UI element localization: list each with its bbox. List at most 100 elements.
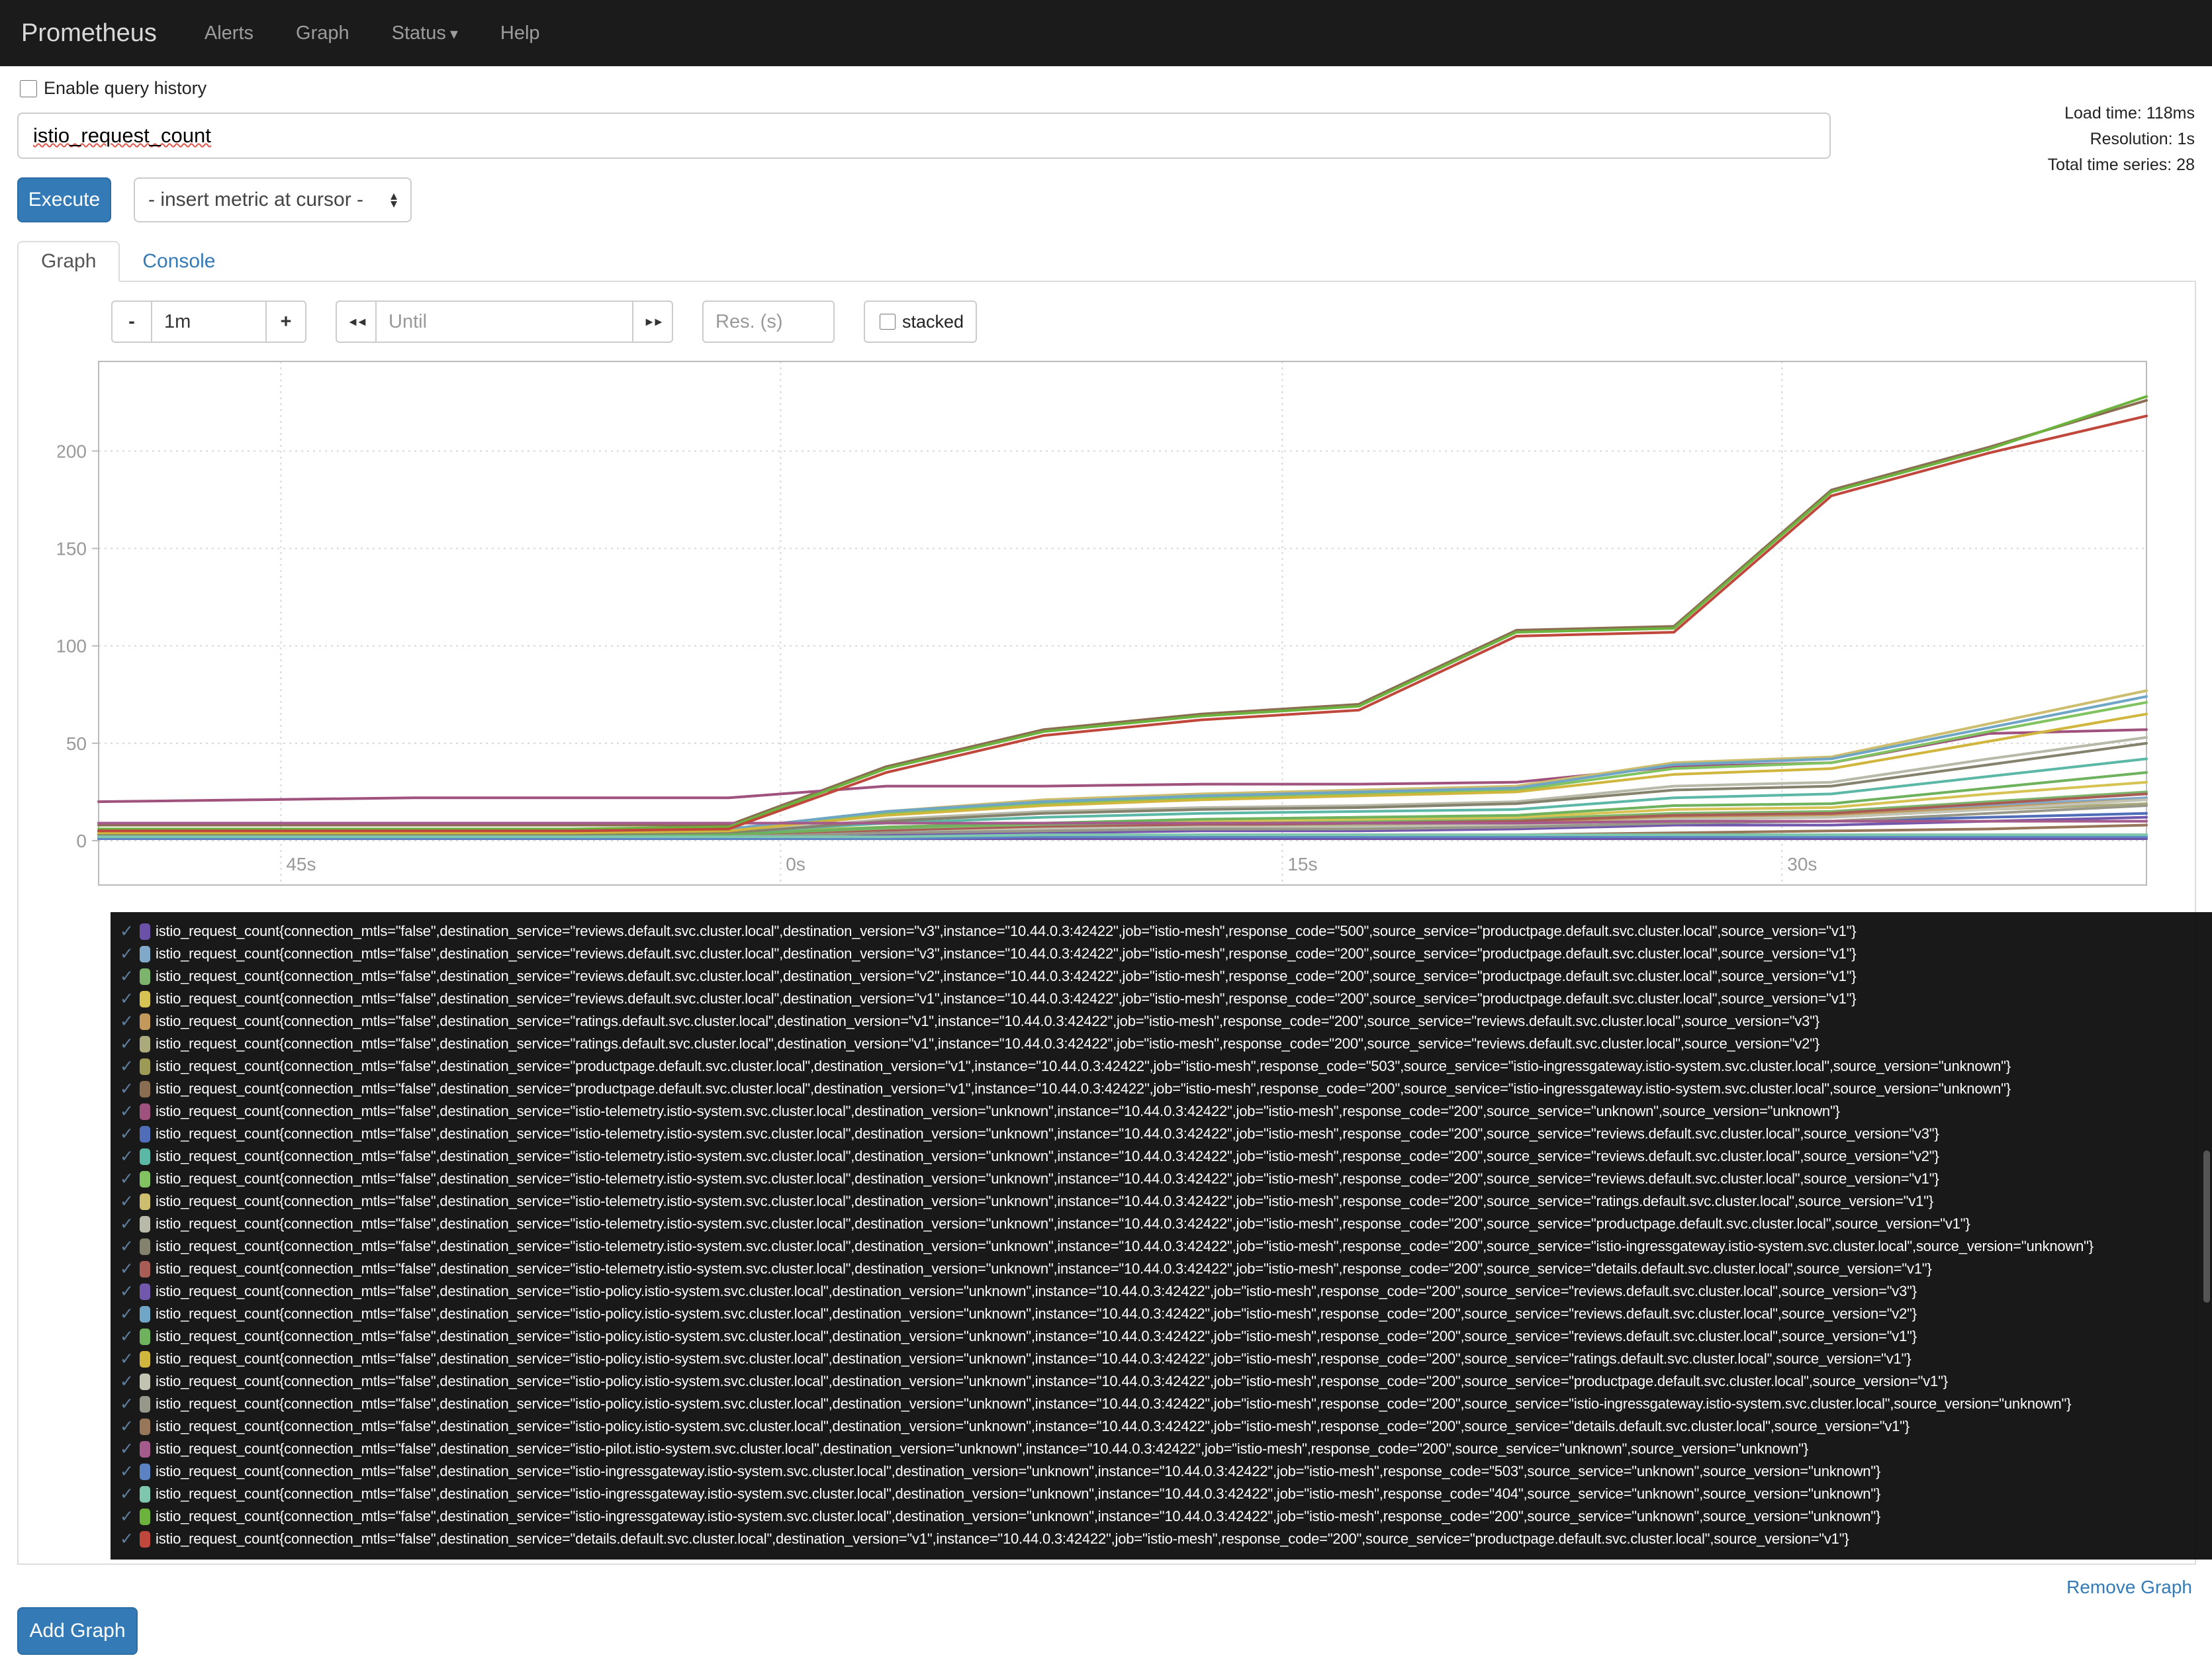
series-visible-check-icon: ✓ [120, 1530, 134, 1548]
select-arrows-icon: ▴ ▾ [390, 188, 397, 211]
legend-row[interactable]: ✓ istio_request_count{connection_mtls="fa… [120, 1258, 2212, 1280]
time-series-chart[interactable]: 0 50 100 150 200 45s 0s 15s 30s [56, 357, 2149, 890]
until-input[interactable]: Until [375, 301, 633, 343]
legend-row[interactable]: ✓ istio_request_count{connection_mtls="fa… [120, 1033, 2212, 1055]
execute-button[interactable]: Execute [17, 177, 111, 222]
series-color-swatch [140, 1215, 150, 1233]
nav-item-alerts[interactable]: Alerts [183, 23, 275, 44]
legend-row[interactable]: ✓ istio_request_count{connection_mtls="fa… [120, 965, 2212, 988]
nav-item-graph[interactable]: Graph [275, 23, 371, 44]
series-visible-check-icon: ✓ [120, 1125, 134, 1143]
range-input[interactable]: 1m [151, 301, 267, 343]
series-label: istio_request_count{connection_mtls="fal… [156, 1103, 1840, 1119]
svg-text:45s: 45s [286, 854, 316, 874]
legend-row[interactable]: ✓ istio_request_count{connection_mtls="fa… [120, 1213, 2212, 1235]
series-color-swatch [140, 1283, 150, 1300]
rewind-icon[interactable]: ◄◄ [336, 301, 377, 343]
legend-row[interactable]: ✓ istio_request_count{connection_mtls="fa… [120, 1370, 2212, 1393]
legend-scrollbar[interactable] [2203, 1150, 2210, 1303]
range-increase-button[interactable]: + [265, 301, 306, 343]
nav-item-status[interactable]: Status ▾ [371, 23, 479, 44]
legend: ✓ istio_request_count{connection_mtls="fa… [111, 912, 2212, 1560]
legend-row[interactable]: ✓ istio_request_count{connection_mtls="fa… [120, 943, 2212, 965]
legend-row[interactable]: ✓ istio_request_count{connection_mtls="fa… [120, 1415, 2212, 1438]
series-visible-check-icon: ✓ [120, 922, 134, 941]
series-visible-check-icon: ✓ [120, 1417, 134, 1436]
series-visible-check-icon: ✓ [120, 945, 134, 963]
legend-row[interactable]: ✓ istio_request_count{connection_mtls="fa… [120, 1483, 2212, 1505]
series-label: istio_request_count{connection_mtls="fal… [156, 1530, 1849, 1547]
series-label: istio_request_count{connection_mtls="fal… [156, 1148, 1939, 1164]
series-visible-check-icon: ✓ [120, 1507, 134, 1526]
legend-row[interactable]: ✓ istio_request_count{connection_mtls="fa… [120, 1190, 2212, 1213]
legend-row[interactable]: ✓ istio_request_count{connection_mtls="fa… [120, 1505, 2212, 1528]
series-visible-check-icon: ✓ [120, 1012, 134, 1031]
query-history-checkbox[interactable] [20, 79, 37, 97]
insert-metric-select[interactable]: - insert metric at cursor - ▴ ▾ [134, 177, 412, 222]
series-visible-check-icon: ✓ [120, 1057, 134, 1076]
legend-row[interactable]: ✓ istio_request_count{connection_mtls="fa… [120, 1078, 2212, 1100]
query-stats: Load time: 118ms Resolution: 1s Total ti… [2048, 101, 2195, 177]
brand-prometheus[interactable]: Prometheus [21, 19, 157, 48]
series-label: istio_request_count{connection_mtls="fal… [156, 1080, 2011, 1097]
series-color-swatch [140, 945, 150, 962]
query-history-label: Enable query history [44, 78, 207, 98]
series-label: istio_request_count{connection_mtls="fal… [156, 1283, 1917, 1299]
legend-row[interactable]: ✓ istio_request_count{connection_mtls="fa… [120, 920, 2212, 943]
tab-bar: Graph Console [17, 241, 2196, 282]
legend-row[interactable]: ✓ istio_request_count{connection_mtls="fa… [120, 1393, 2212, 1415]
legend-row[interactable]: ✓ istio_request_count{connection_mtls="fa… [120, 1123, 2212, 1145]
top-navbar: Prometheus Alerts Graph Status ▾ Help [0, 0, 2212, 66]
series-label: istio_request_count{connection_mtls="fal… [156, 1170, 1939, 1187]
series-label: istio_request_count{connection_mtls="fal… [156, 1058, 2011, 1074]
legend-row[interactable]: ✓ istio_request_count{connection_mtls="fa… [120, 1235, 2212, 1258]
range-decrease-button[interactable]: - [111, 301, 152, 343]
series-visible-check-icon: ✓ [120, 1440, 134, 1458]
remove-graph-link[interactable]: Remove Graph [2066, 1577, 2192, 1598]
tab-graph[interactable]: Graph [17, 241, 120, 282]
series-color-swatch [140, 1170, 150, 1188]
series-color-swatch [140, 1148, 150, 1165]
series-color-swatch [140, 923, 150, 940]
expression-input[interactable]: istio_request_count [17, 113, 1831, 159]
legend-row[interactable]: ✓ istio_request_count{connection_mtls="fa… [120, 988, 2212, 1010]
legend-row[interactable]: ✓ istio_request_count{connection_mtls="fa… [120, 1348, 2212, 1370]
add-graph-button[interactable]: Add Graph [17, 1607, 138, 1655]
series-label: istio_request_count{connection_mtls="fal… [156, 1350, 1912, 1367]
tab-console[interactable]: Console [120, 242, 238, 281]
series-visible-check-icon: ✓ [120, 1080, 134, 1098]
legend-row[interactable]: ✓ istio_request_count{connection_mtls="fa… [120, 1460, 2212, 1483]
legend-row[interactable]: ✓ istio_request_count{connection_mtls="fa… [120, 1325, 2212, 1348]
fast-forward-icon[interactable]: ►► [632, 301, 673, 343]
query-history-toggle[interactable]: Enable query history [20, 78, 207, 99]
series-visible-check-icon: ✓ [120, 1215, 134, 1233]
insert-metric-label: - insert metric at cursor - [148, 189, 364, 210]
resolution-input[interactable]: Res. (s) [702, 301, 835, 343]
legend-row[interactable]: ✓ istio_request_count{connection_mtls="fa… [120, 1303, 2212, 1325]
legend-row[interactable]: ✓ istio_request_count{connection_mtls="fa… [120, 1145, 2212, 1168]
series-label: istio_request_count{connection_mtls="fal… [156, 923, 1857, 939]
stacked-checkbox[interactable] [880, 314, 896, 330]
series-color-swatch [140, 968, 150, 985]
legend-row[interactable]: ✓ istio_request_count{connection_mtls="fa… [120, 1100, 2212, 1123]
resolution: Resolution: 1s [2090, 129, 2195, 148]
series-color-swatch [140, 1350, 150, 1368]
prometheus-page: Prometheus Alerts Graph Status ▾ Help Ena… [0, 0, 2212, 1680]
series-label: istio_request_count{connection_mtls="fal… [156, 1440, 1809, 1457]
legend-row[interactable]: ✓ istio_request_count{connection_mtls="fa… [120, 1010, 2212, 1033]
svg-text:0: 0 [76, 831, 87, 851]
chevron-down-icon: ▾ [449, 24, 458, 43]
legend-row[interactable]: ✓ istio_request_count{connection_mtls="fa… [120, 1168, 2212, 1190]
nav-item-help[interactable]: Help [479, 23, 561, 44]
series-visible-check-icon: ✓ [120, 1192, 134, 1211]
legend-row[interactable]: ✓ istio_request_count{connection_mtls="fa… [120, 1280, 2212, 1303]
time-group: ◄◄ Until ►► [336, 301, 673, 343]
legend-row[interactable]: ✓ istio_request_count{connection_mtls="fa… [120, 1528, 2212, 1550]
stacked-toggle-button[interactable]: stacked [864, 301, 978, 343]
series-color-swatch [140, 1080, 150, 1097]
series-visible-check-icon: ✓ [120, 1305, 134, 1323]
series-label: istio_request_count{connection_mtls="fal… [156, 945, 1857, 962]
series-label: istio_request_count{connection_mtls="fal… [156, 1215, 1970, 1232]
legend-row[interactable]: ✓ istio_request_count{connection_mtls="fa… [120, 1055, 2212, 1078]
legend-row[interactable]: ✓ istio_request_count{connection_mtls="fa… [120, 1438, 2212, 1460]
